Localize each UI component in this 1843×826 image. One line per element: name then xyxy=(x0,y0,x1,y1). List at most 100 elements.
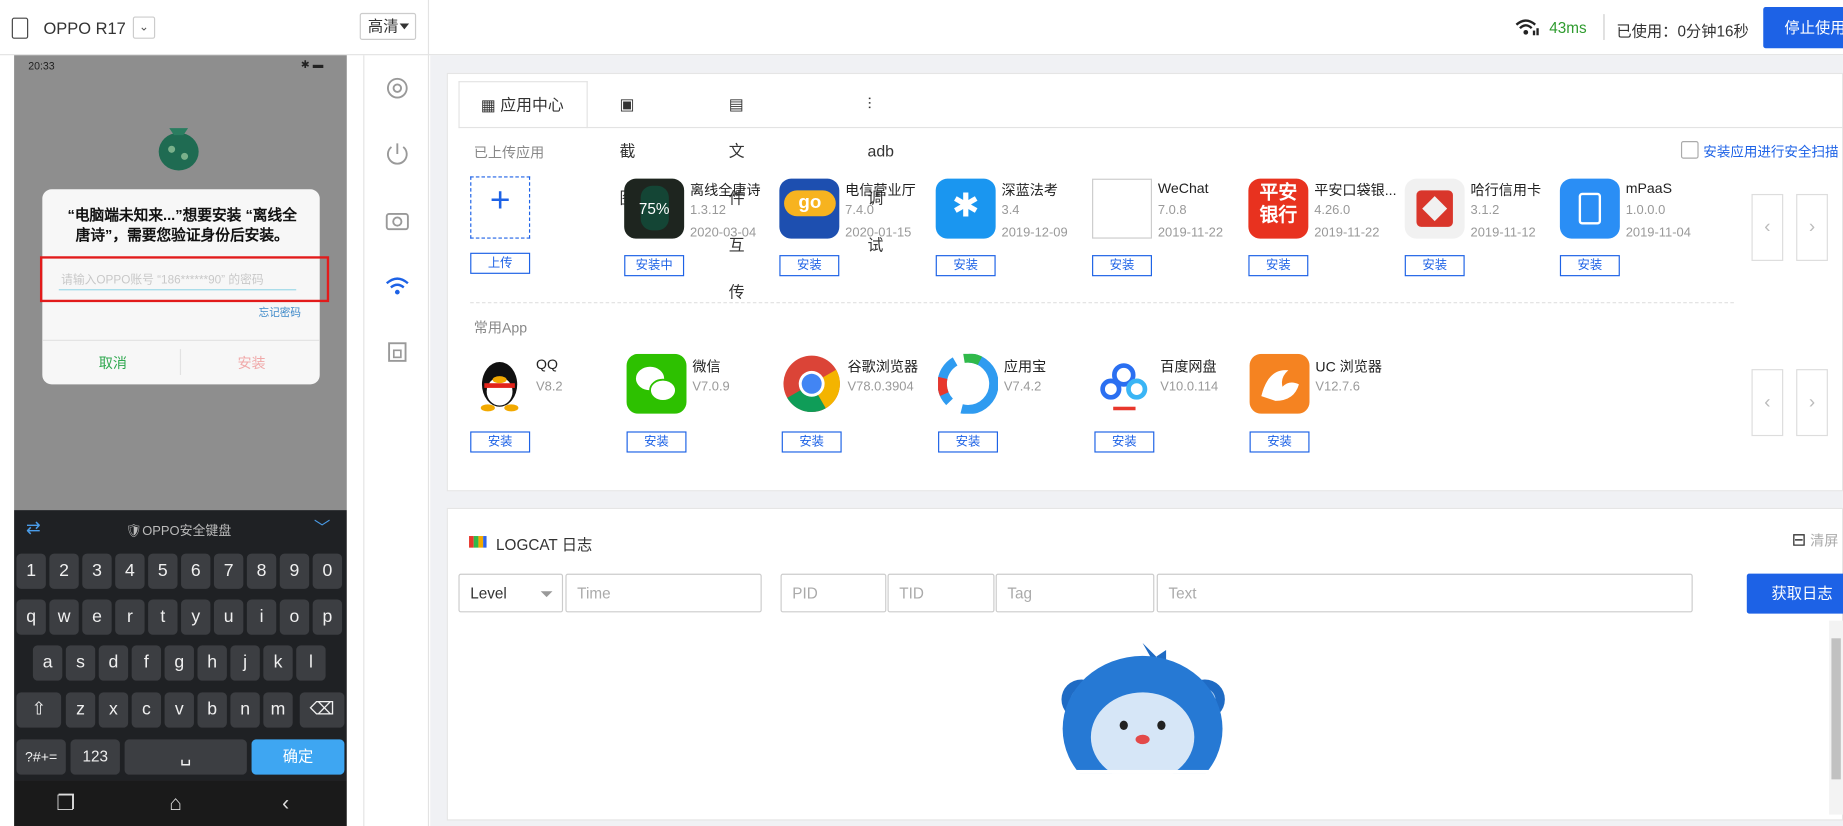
install-app-button[interactable]: 安装 xyxy=(626,431,687,453)
app-name: mPaaS xyxy=(1625,179,1672,197)
tab-adb-debug[interactable]: ⫶ adb调试 xyxy=(868,81,894,254)
uploaded-prev-button[interactable]: ‹ xyxy=(1751,193,1784,261)
key-x[interactable]: x xyxy=(98,692,129,728)
get-log-button[interactable]: 获取日志 xyxy=(1746,573,1843,614)
install-app-button[interactable]: 安装 xyxy=(1248,255,1309,277)
forgot-password-link[interactable]: 忘记密码 xyxy=(259,304,301,319)
key-s[interactable]: s xyxy=(65,645,96,681)
tag-input[interactable]: Tag xyxy=(995,573,1155,613)
power-icon[interactable] xyxy=(383,140,411,168)
install-app-button[interactable]: 安装 xyxy=(1094,431,1155,453)
tab-screenshot[interactable]: ▣ 截图 xyxy=(619,81,635,207)
key-v[interactable]: v xyxy=(164,692,194,728)
device-name: OPPO R17 xyxy=(43,18,126,38)
install-app-button[interactable]: 安装 xyxy=(938,431,998,453)
key-t[interactable]: t xyxy=(148,599,178,635)
key-k[interactable]: k xyxy=(263,645,293,681)
uploaded-next-button[interactable]: › xyxy=(1796,193,1828,261)
key-2[interactable]: 2 xyxy=(49,553,79,589)
key-l[interactable]: l xyxy=(296,645,326,681)
shift-key[interactable]: ⇧ xyxy=(16,692,62,728)
install-button[interactable]: 安装 xyxy=(237,353,265,373)
level-select[interactable]: Level xyxy=(458,573,564,613)
numbers-key[interactable]: 123 xyxy=(70,739,120,775)
time-input[interactable]: Time xyxy=(565,573,762,613)
key-e[interactable]: e xyxy=(82,599,112,635)
security-scan-label[interactable]: 安装应用进行安全扫描 xyxy=(1703,142,1838,161)
key-u[interactable]: u xyxy=(213,599,244,635)
key-7[interactable]: 7 xyxy=(213,553,244,589)
key-m[interactable]: m xyxy=(263,692,293,728)
key-6[interactable]: 6 xyxy=(181,553,211,589)
key-8[interactable]: 8 xyxy=(246,553,277,589)
symbols-key[interactable]: ?#+= xyxy=(16,739,66,775)
install-app-button[interactable]: 安装 xyxy=(1404,255,1465,277)
home-icon[interactable]: ⌂ xyxy=(169,791,182,816)
key-f[interactable]: f xyxy=(131,645,162,681)
camera-icon[interactable] xyxy=(383,206,411,234)
install-app-button[interactable]: 安装中 xyxy=(624,255,685,277)
file-icon[interactable] xyxy=(383,337,411,365)
phone-screen[interactable]: 20:33 ✱ ▬ “电脑端未知来...”想要安装 “离线全唐诗”，需要您验证身… xyxy=(14,55,347,826)
clear-label: 清屏 xyxy=(1810,532,1839,549)
common-prev-button[interactable]: ‹ xyxy=(1751,369,1784,437)
tid-input[interactable]: TID xyxy=(887,573,995,613)
key-z[interactable]: z xyxy=(65,692,96,728)
key-9[interactable]: 9 xyxy=(279,553,310,589)
quality-select[interactable]: 高清 xyxy=(359,12,417,40)
app-version: V8.2 xyxy=(536,379,563,394)
key-g[interactable]: g xyxy=(164,645,194,681)
install-app-button[interactable]: 安装 xyxy=(935,255,996,277)
key-w[interactable]: w xyxy=(49,599,79,635)
key-3[interactable]: 3 xyxy=(82,553,112,589)
logcat-scrollbar[interactable] xyxy=(1829,620,1843,815)
scrollbar-thumb[interactable] xyxy=(1831,638,1841,780)
back-icon[interactable]: ‹ xyxy=(282,791,289,816)
space-key[interactable]: ␣ xyxy=(124,739,247,775)
key-r[interactable]: r xyxy=(115,599,145,635)
key-i[interactable]: i xyxy=(246,599,277,635)
install-app-button[interactable]: 安装 xyxy=(470,431,531,453)
chevron-down-icon[interactable]: ﹀ xyxy=(314,516,330,540)
tab-app-center[interactable]: ▦ 应用中心 xyxy=(458,81,588,129)
key-5[interactable]: 5 xyxy=(148,553,178,589)
install-app-button[interactable]: 安装 xyxy=(1559,255,1620,277)
key-n[interactable]: n xyxy=(230,692,260,728)
key-c[interactable]: c xyxy=(131,692,162,728)
key-d[interactable]: d xyxy=(98,645,129,681)
key-j[interactable]: j xyxy=(230,645,260,681)
tab-file-transfer[interactable]: ▤ 文件互传 xyxy=(729,81,745,301)
key-q[interactable]: q xyxy=(16,599,46,635)
key-a[interactable]: a xyxy=(32,645,63,681)
device-dropdown-button[interactable]: ⌄ xyxy=(132,16,156,39)
recent-apps-icon[interactable]: ❐ xyxy=(56,791,75,816)
app-version: V10.0.114 xyxy=(1160,379,1219,394)
backspace-key[interactable]: ⌫ xyxy=(299,692,345,728)
security-scan-checkbox[interactable] xyxy=(1680,141,1699,159)
keyboard-title-text: OPPO安全键盘 xyxy=(142,524,232,539)
highlight-box xyxy=(39,256,330,303)
key-4[interactable]: 4 xyxy=(115,553,145,589)
text-input[interactable]: Text xyxy=(1156,573,1693,613)
pid-input[interactable]: PID xyxy=(780,573,887,613)
key-1[interactable]: 1 xyxy=(16,553,46,589)
key-b[interactable]: b xyxy=(197,692,227,728)
install-app-button[interactable]: 安装 xyxy=(781,431,842,453)
key-p[interactable]: p xyxy=(312,599,343,635)
confirm-key[interactable]: 确定 xyxy=(251,739,345,775)
install-app-button[interactable]: 安装 xyxy=(1249,431,1310,453)
key-h[interactable]: h xyxy=(197,645,227,681)
key-o[interactable]: o xyxy=(279,599,310,635)
install-app-button[interactable]: 安装 xyxy=(1092,255,1152,277)
wifi-icon[interactable] xyxy=(383,272,411,300)
stop-button[interactable]: 停止使用 xyxy=(1763,7,1843,49)
key-0[interactable]: 0 xyxy=(312,553,343,589)
swap-icon[interactable]: ⇄ xyxy=(26,517,41,538)
clear-button[interactable]: ⊟ 清屏 xyxy=(1791,529,1838,550)
install-app-button[interactable]: 安装 xyxy=(779,255,840,277)
cancel-button[interactable]: 取消 xyxy=(99,353,127,373)
common-next-button[interactable]: › xyxy=(1796,369,1828,437)
upload-button[interactable]: 上传 xyxy=(470,252,531,274)
settings-icon[interactable] xyxy=(383,74,411,102)
key-y[interactable]: y xyxy=(181,599,211,635)
